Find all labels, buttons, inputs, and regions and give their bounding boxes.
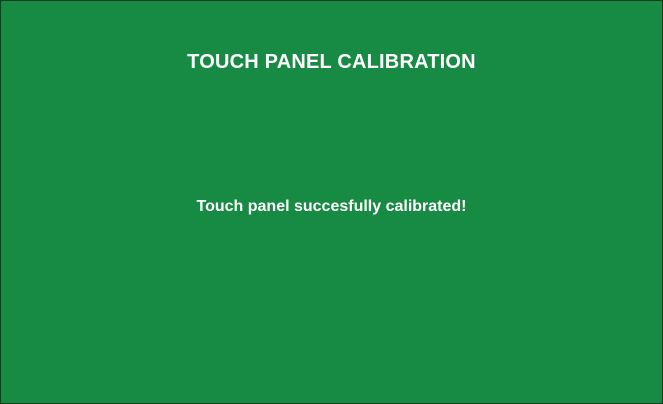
status-message: Touch panel succesfully calibrated! — [196, 198, 467, 215]
calibration-screen[interactable]: TOUCH PANEL CALIBRATION Touch panel succ… — [0, 0, 663, 404]
page-title: TOUCH PANEL CALIBRATION — [187, 51, 476, 73]
